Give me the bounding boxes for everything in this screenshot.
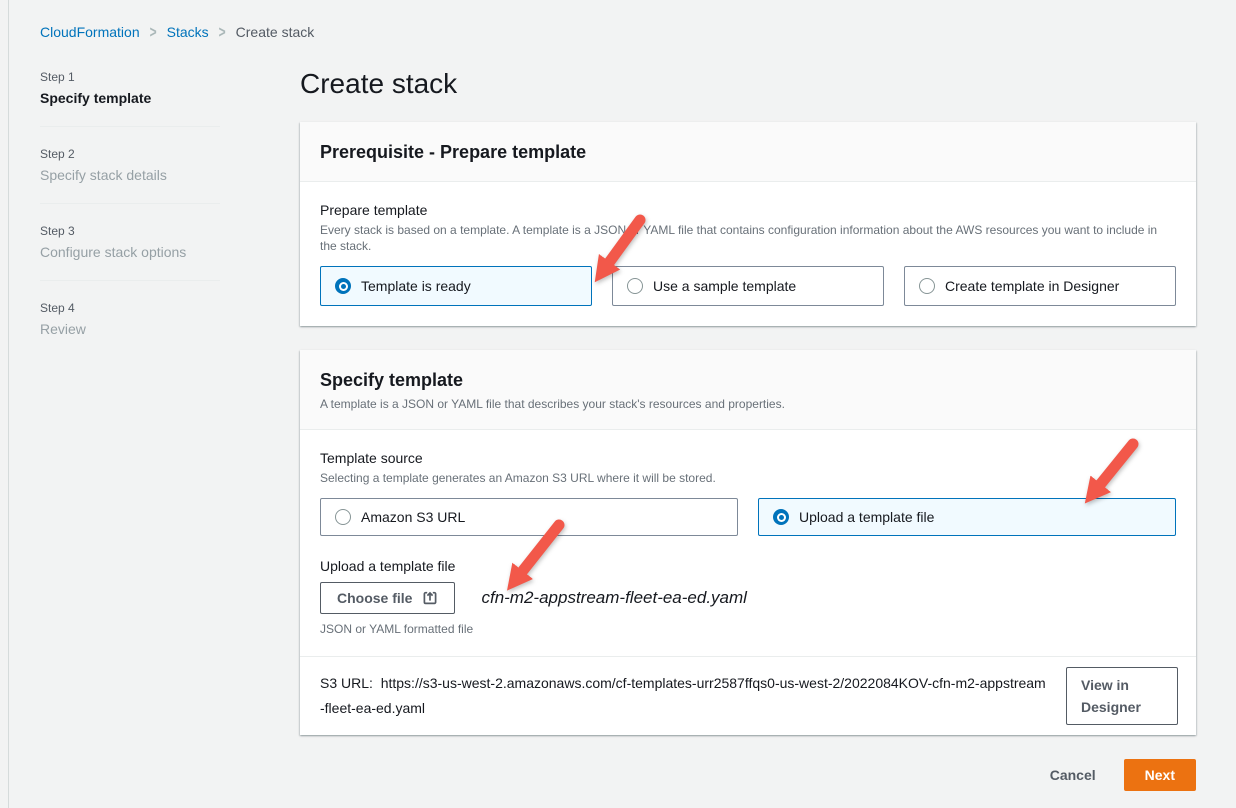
radio-tile-label: Upload a template file <box>799 509 934 525</box>
step-number: Step 1 <box>40 70 300 84</box>
prerequisite-panel-body: Prepare template Every stack is based on… <box>300 182 1196 326</box>
template-source-label: Template source <box>320 450 1176 466</box>
radio-tile-label: Create template in Designer <box>945 278 1119 294</box>
template-source-options: Amazon S3 URL Upload a template file <box>320 498 1176 536</box>
specify-template-panel-subtitle: A template is a JSON or YAML file that d… <box>320 397 1176 411</box>
radio-tile-label: Template is ready <box>361 278 471 294</box>
prepare-template-description: Every stack is based on a template. A te… <box>320 222 1176 254</box>
breadcrumb-stacks[interactable]: Stacks <box>167 24 209 40</box>
specify-template-panel-title: Specify template <box>320 370 1176 391</box>
nav-rail-divider <box>8 0 9 808</box>
file-format-hint: JSON or YAML formatted file <box>320 622 1176 636</box>
step-title: Review <box>40 321 300 337</box>
breadcrumb: CloudFormation > Stacks > Create stack <box>0 0 1236 40</box>
prerequisite-panel: Prerequisite - Prepare template Prepare … <box>300 122 1196 326</box>
divider <box>40 126 220 127</box>
radio-unchecked-icon[interactable] <box>335 509 351 525</box>
choose-file-label: Choose file <box>337 590 412 606</box>
upload-template-file-label: Upload a template file <box>320 558 1176 574</box>
template-source-description: Selecting a template generates an Amazon… <box>320 470 1176 486</box>
radio-tile-label: Use a sample template <box>653 278 796 294</box>
cancel-button[interactable]: Cancel <box>1050 767 1096 783</box>
sidebar-step-4[interactable]: Step 4 Review <box>40 301 300 337</box>
sidebar-step-3[interactable]: Step 3 Configure stack options <box>40 224 300 260</box>
step-number: Step 3 <box>40 224 300 238</box>
prerequisite-panel-title: Prerequisite - Prepare template <box>320 142 1176 163</box>
breadcrumb-chevron-icon: > <box>150 22 157 42</box>
steps-sidebar: Step 1 Specify template Step 2 Specify s… <box>40 40 300 791</box>
radio-unchecked-icon[interactable] <box>919 278 935 294</box>
radio-tile-label: Amazon S3 URL <box>361 509 465 525</box>
breadcrumb-cloudformation[interactable]: CloudFormation <box>40 24 140 40</box>
s3-url-text: S3 URL: https://s3-us-west-2.amazonaws.c… <box>320 671 1046 721</box>
upload-icon <box>422 590 438 606</box>
prepare-template-options: Template is ready Use a sample template … <box>320 266 1176 306</box>
specify-template-panel-body: Template source Selecting a template gen… <box>300 430 1196 656</box>
breadcrumb-chevron-icon: > <box>219 22 226 42</box>
s3-url-label: S3 URL: <box>320 675 373 691</box>
sidebar-step-2[interactable]: Step 2 Specify stack details <box>40 147 300 183</box>
next-button[interactable]: Next <box>1124 759 1196 791</box>
prerequisite-panel-header: Prerequisite - Prepare template <box>300 122 1196 182</box>
radio-tile-upload-template-file[interactable]: Upload a template file <box>758 498 1176 536</box>
file-row: Choose file cfn-m2-appstream-fleet-ea-ed… <box>320 582 1176 614</box>
specify-template-panel: Specify template A template is a JSON or… <box>300 350 1196 735</box>
step-title: Specify template <box>40 90 300 106</box>
s3-url-value: https://s3-us-west-2.amazonaws.com/cf-te… <box>320 675 1046 716</box>
step-title: Specify stack details <box>40 167 300 183</box>
prepare-template-label: Prepare template <box>320 202 1176 218</box>
page-title: Create stack <box>300 68 1196 100</box>
radio-unchecked-icon[interactable] <box>627 278 643 294</box>
sidebar-step-1[interactable]: Step 1 Specify template <box>40 70 300 106</box>
radio-checked-icon[interactable] <box>335 278 351 294</box>
radio-checked-icon[interactable] <box>773 509 789 525</box>
uploaded-file-name: cfn-m2-appstream-fleet-ea-ed.yaml <box>481 588 746 608</box>
breadcrumb-create-stack: Create stack <box>236 24 315 40</box>
divider <box>40 280 220 281</box>
view-in-designer-button[interactable]: View in Designer <box>1066 667 1178 725</box>
main-content: Create stack Prerequisite - Prepare temp… <box>300 40 1196 791</box>
s3-url-footer: S3 URL: https://s3-us-west-2.amazonaws.c… <box>300 656 1196 735</box>
wizard-actions: Cancel Next <box>300 759 1196 791</box>
divider <box>40 203 220 204</box>
step-number: Step 4 <box>40 301 300 315</box>
radio-tile-amazon-s3-url[interactable]: Amazon S3 URL <box>320 498 738 536</box>
radio-tile-template-is-ready[interactable]: Template is ready <box>320 266 592 306</box>
radio-tile-use-sample-template[interactable]: Use a sample template <box>612 266 884 306</box>
choose-file-button[interactable]: Choose file <box>320 582 455 614</box>
step-title: Configure stack options <box>40 244 300 260</box>
step-number: Step 2 <box>40 147 300 161</box>
specify-template-panel-header: Specify template A template is a JSON or… <box>300 350 1196 430</box>
radio-tile-create-in-designer[interactable]: Create template in Designer <box>904 266 1176 306</box>
